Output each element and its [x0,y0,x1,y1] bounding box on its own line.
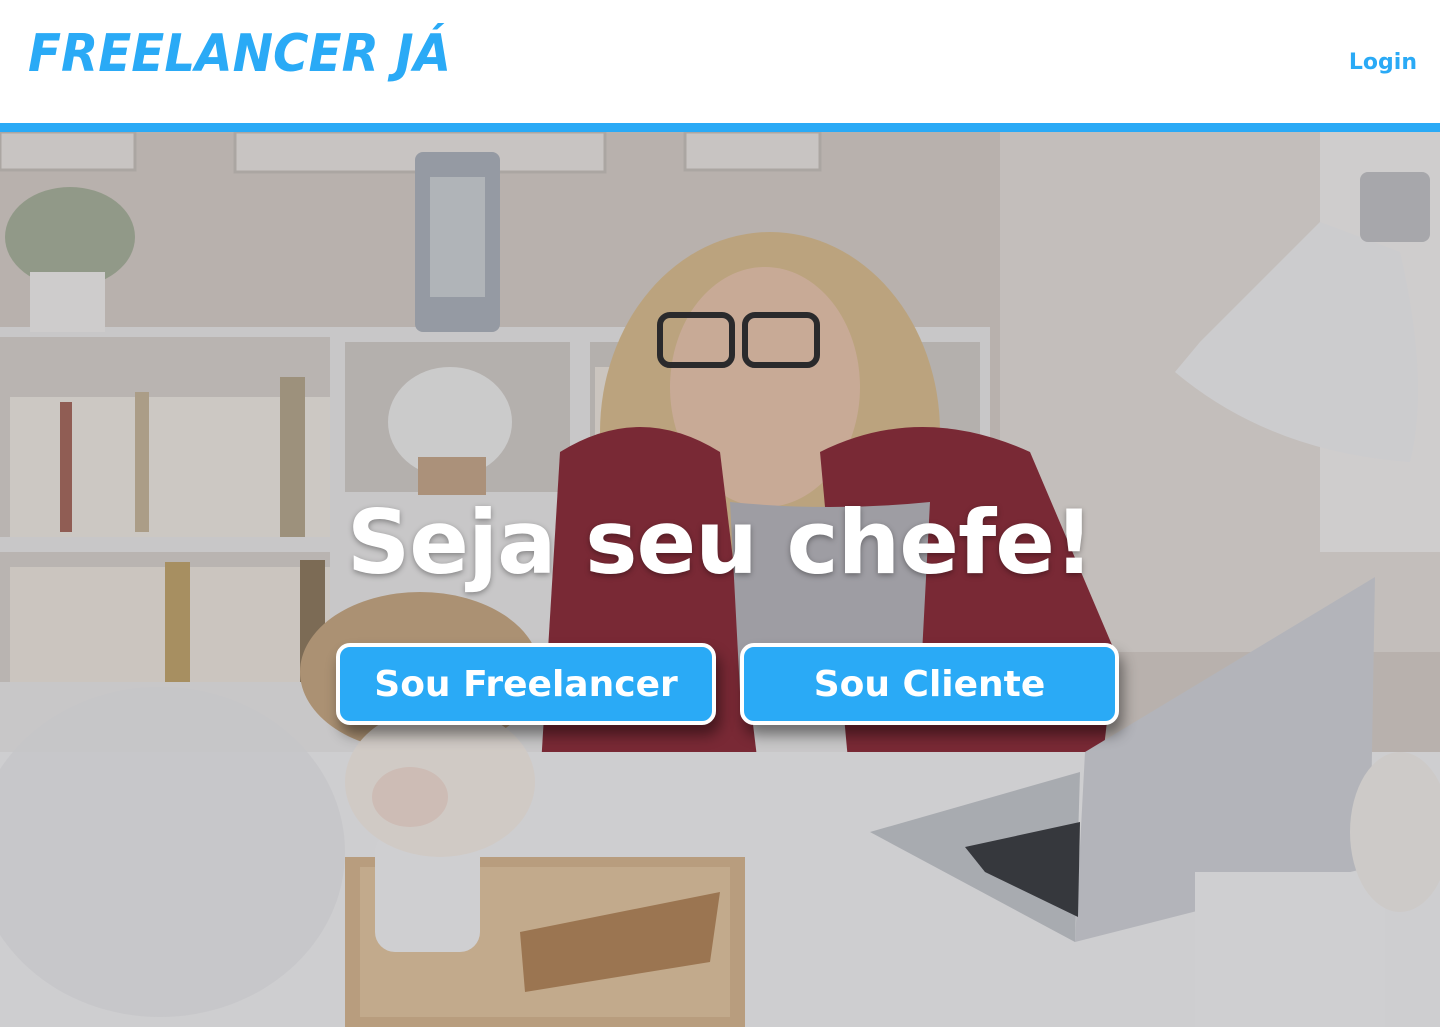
brand-logo[interactable]: FREELANCER JÁ [28,24,451,84]
sou-freelancer-button[interactable]: Sou Freelancer [336,643,716,725]
hero-headline: Seja seu chefe! [346,491,1094,594]
header-accent-divider [0,123,1440,132]
top-navbar: FREELANCER JÁ Login [0,0,1440,123]
hero-section: Seja seu chefe! Sou Freelancer Sou Clien… [0,132,1440,1027]
login-link[interactable]: Login [1349,50,1417,75]
sou-cliente-button[interactable]: Sou Cliente [740,643,1119,725]
